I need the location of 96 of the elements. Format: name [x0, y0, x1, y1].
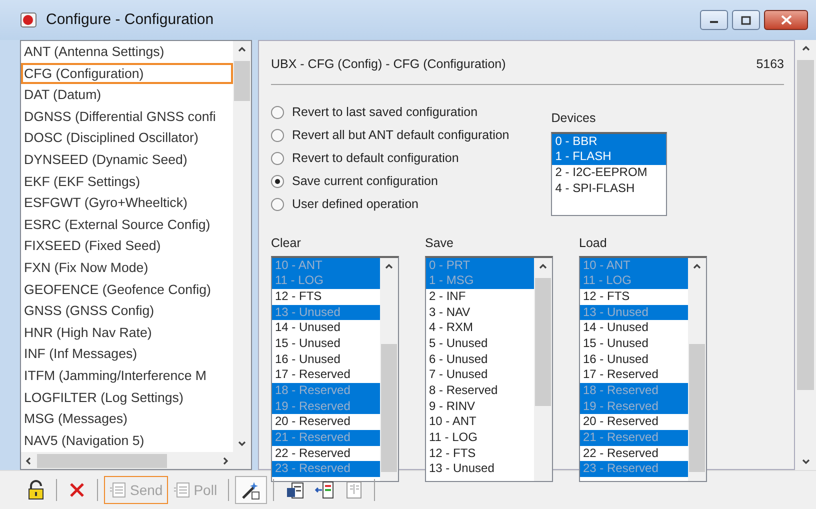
mask-list-item[interactable]: 20 - Reserved — [272, 414, 380, 430]
scrollbar[interactable] — [688, 258, 706, 480]
mask-list-item[interactable]: 12 - FTS — [426, 446, 534, 462]
message-list-item[interactable]: FXN (Fix Now Mode) — [21, 256, 233, 279]
list-label: Clear — [271, 234, 302, 252]
mask-list[interactable]: 10 - ANT 11 - LOG 12 - FTS 13 - Unused 14 - Unused 15 - Unused 16 - Unused 17 - Reserved 18 - Reserved 19 - Reserved 20 - Reserved 21 - Reserved 22 - Reserved 23 - Reserved — [271, 256, 399, 482]
message-list-item[interactable]: MSG (Messages) — [21, 408, 233, 430]
maximize-icon — [741, 16, 751, 24]
mask-list-item[interactable]: 6 - Unused — [426, 352, 534, 368]
mask-list-item[interactable]: 5 - Unused — [426, 336, 534, 352]
devices-label: Devices — [551, 110, 597, 127]
page-icon — [345, 480, 364, 500]
scroll-thumb[interactable] — [535, 278, 551, 406]
window-title: Configure - Configuration — [46, 10, 214, 30]
message-list-item[interactable]: DOSC (Disciplined Oscillator) — [21, 127, 233, 149]
mask-list-item[interactable]: 20 - Reserved — [580, 414, 688, 430]
close-icon — [780, 15, 792, 25]
message-list-item[interactable]: HNR (High Nav Rate) — [21, 322, 233, 344]
scrollbar[interactable] — [233, 41, 251, 452]
lock-icon — [27, 480, 45, 500]
scroll-thumb[interactable] — [797, 60, 814, 390]
mask-list[interactable]: 0 - PRT 1 - MSG 2 - INF 3 - NAV 4 - RXM 5 - Unused 6 - Unused 7 - Unused 8 - Reserved 9 - RINV 10 - ANT 11 - LOG 12 - FTS 13 - Unused — [425, 256, 553, 482]
horizontal-scrollbar[interactable] — [21, 452, 251, 469]
import-icon — [315, 480, 336, 500]
list-label: Save — [425, 234, 454, 252]
radio-option[interactable]: Revert all but ANT default configuration — [271, 124, 510, 147]
message-list-item[interactable]: FIXSEED (Fixed Seed) — [21, 235, 233, 257]
mask-list-item[interactable]: 12 - FTS — [272, 288, 380, 305]
radio-option[interactable]: Revert to default configuration — [271, 146, 510, 170]
radio-button[interactable] — [271, 152, 284, 165]
mask-list-item[interactable]: 9 - RINV — [426, 398, 534, 414]
message-list-item[interactable]: INF (Inf Messages) — [21, 343, 233, 365]
mask-list-item[interactable]: 14 - Unused — [580, 320, 688, 336]
message-list-item[interactable]: DAT (Datum) — [21, 84, 233, 106]
device-list-item[interactable]: 2 - I2C-EEPROM — [552, 164, 666, 181]
message-list-item[interactable]: DGNSS (Differential GNSS confi — [21, 106, 233, 128]
radio-button[interactable] — [271, 174, 284, 188]
message-list-item[interactable]: GEOFENCE (Geofence Config) — [21, 278, 233, 300]
mask-list-item[interactable]: 22 - Reserved — [580, 446, 688, 462]
radio-option[interactable]: Save current configuration — [271, 170, 510, 193]
radio-button[interactable] — [271, 106, 284, 119]
devices-list[interactable]: 0 - BBR 1 - FLASH 2 - I2C-EEPROM 4 - SPI-FLASH — [551, 132, 668, 216]
message-list-item[interactable]: GNSS (GNSS Config) — [21, 300, 233, 322]
device-list-item[interactable]: 1 - FLASH — [552, 149, 666, 165]
mask-list-item[interactable]: 22 - Reserved — [272, 446, 380, 462]
mask-list[interactable]: 10 - ANT 11 - LOG 12 - FTS 13 - Unused 14 - Unused 15 - Unused 16 - Unused 17 - Reserved 18 - Reserved 19 - Reserved 20 - Reserved 21 - Reserved 22 - Reserved 23 - Reserved — [579, 256, 707, 482]
mask-list-item[interactable]: 15 - Unused — [580, 336, 688, 352]
minimize-button[interactable] — [700, 10, 728, 30]
scroll-thumb[interactable] — [37, 454, 167, 468]
message-list-item[interactable]: ESRC (External Source Config) — [21, 214, 233, 236]
mask-list-item[interactable]: 11 - LOG — [426, 430, 534, 446]
scrollbar[interactable] — [795, 40, 816, 470]
scroll-thumb[interactable] — [381, 344, 397, 472]
list-label: Load — [579, 234, 608, 252]
scrollbar[interactable] — [534, 258, 552, 480]
radio-option[interactable]: User defined operation — [271, 192, 510, 216]
message-list-item[interactable]: CFG (Configuration) — [21, 62, 233, 84]
maximize-button[interactable] — [732, 10, 760, 30]
close-button[interactable] — [764, 10, 808, 30]
delete-icon — [68, 481, 86, 499]
radio-button[interactable] — [271, 128, 284, 142]
mask-list-item[interactable]: 10 - ANT — [426, 414, 534, 430]
device-list-item[interactable]: 4 - SPI-FLASH — [552, 180, 666, 196]
radio-option[interactable]: Revert to last saved configuration — [271, 100, 510, 124]
scrollbar[interactable] — [380, 258, 398, 480]
mask-list-item[interactable]: 16 - Unused — [580, 352, 688, 368]
document-icon — [285, 480, 306, 500]
poll-icon — [172, 481, 191, 499]
mask-list-item[interactable]: 2 - INF — [426, 288, 534, 305]
mask-list-item[interactable]: 17 - Reserved — [580, 367, 688, 383]
scroll-thumb[interactable] — [689, 344, 705, 472]
scroll-thumb[interactable] — [234, 61, 250, 101]
app-icon — [20, 11, 38, 29]
message-number: 5163 — [756, 56, 784, 73]
mask-list-item[interactable]: 12 - FTS — [580, 288, 688, 305]
message-list-item[interactable]: EKF (EKF Settings) — [21, 170, 233, 192]
mask-list-item[interactable]: 7 - Unused — [426, 367, 534, 383]
mask-list-item[interactable]: 17 - Reserved — [272, 367, 380, 383]
mask-list-item[interactable]: 3 - NAV — [426, 304, 534, 320]
message-list-item[interactable]: ANT (Antenna Settings) — [21, 41, 233, 63]
mask-list-item[interactable]: 13 - Unused — [426, 461, 534, 478]
message-list-item[interactable]: NAV5 (Navigation 5) — [21, 430, 233, 452]
message-list-item[interactable]: DYNSEED (Dynamic Seed) — [21, 148, 233, 171]
mask-list-item[interactable]: 8 - Reserved — [426, 383, 534, 399]
device-list-item[interactable]: 0 - BBR — [552, 134, 666, 150]
wand-button[interactable] — [235, 476, 268, 504]
radio-button[interactable] — [271, 198, 284, 211]
message-list-item[interactable]: LOGFILTER (Log Settings) — [21, 386, 233, 408]
mask-list-item[interactable]: 4 - RXM — [426, 320, 534, 336]
document-icon — [109, 481, 127, 499]
message-header: UBX - CFG (Config) - CFG (Configuration) — [271, 56, 506, 73]
mask-list-item[interactable]: 16 - Unused — [272, 352, 380, 368]
mask-list-item[interactable]: 15 - Unused — [272, 336, 380, 352]
message-list-item[interactable]: ESFGWT (Gyro+Wheeltick) — [21, 192, 233, 214]
message-list-item[interactable]: ITFM (Jamming/Interference M — [21, 364, 233, 386]
mask-list-item[interactable]: 14 - Unused — [272, 320, 380, 336]
